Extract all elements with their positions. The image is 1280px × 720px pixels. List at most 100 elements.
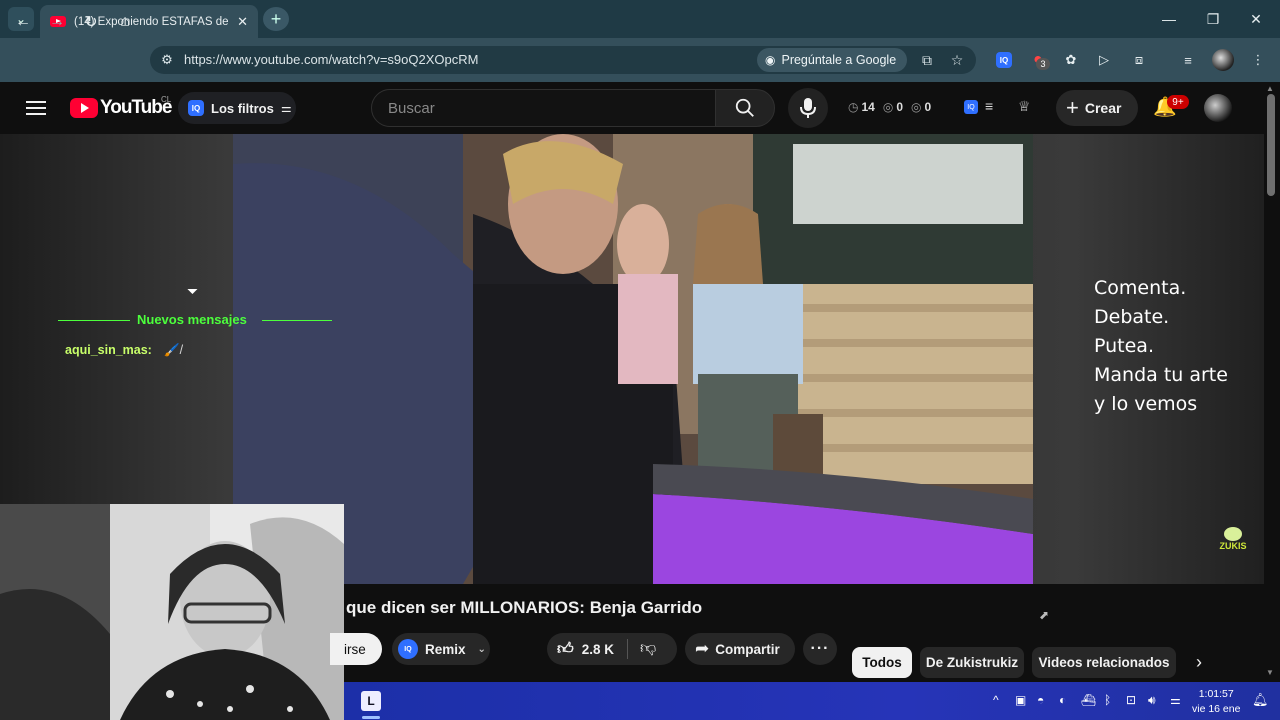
more-actions-button[interactable]: ··· [803,633,837,665]
tab-close-icon[interactable]: ✕ [237,14,248,30]
scroll-up-arrow-icon[interactable]: ▲ [1266,84,1274,93]
clock-date: vie 16 ene [1192,703,1241,715]
eye-icon: ◎ [882,100,894,114]
stat-views-a: 0 [896,100,904,114]
windows-taskbar [344,682,1280,720]
url-text[interactable]: https://www.youtube.com/watch?v=s9oQ2XOp… [184,52,478,67]
tray-bluetooth-icon[interactable]: ᛒ [1104,693,1111,707]
plus-icon: + [1066,95,1079,120]
chips-next-arrow-icon[interactable]: › [1196,652,1202,673]
tray-network-icon[interactable]: ⊡ [1126,693,1136,707]
browser-menu-icon[interactable]: ⋮ [1246,48,1270,72]
chat-username: aqui_sin_mas: [65,343,152,357]
taskbar-clock[interactable]: 1:01:57 vie 16 ene [1192,687,1240,717]
scroll-down-arrow-icon[interactable]: ▼ [1266,668,1274,677]
clock-icon: ◷ [848,100,859,114]
close-window-button[interactable]: ✕ [1241,8,1271,30]
ask-google-label: Pregúntale a Google [781,53,897,67]
new-messages-divider-right [262,320,332,321]
back-button[interactable]: ← [11,11,35,33]
install-app-icon[interactable]: ⧉ [916,49,938,71]
tray-steam-icon[interactable]: ◐ [1059,693,1066,707]
account-avatar[interactable] [1204,94,1232,122]
share-label: Compartir [715,641,780,657]
send-extension-icon[interactable]: ▷ [1092,48,1116,72]
side-text-line: Comenta. [1094,277,1187,299]
filters-chip[interactable]: IQ Los filtros ⚌ [178,92,296,124]
reading-list-icon[interactable]: ≡ [1176,48,1200,72]
dislike-button[interactable]: 👎︎ [640,639,656,658]
home-button[interactable]: ⌂ [113,11,137,33]
minimize-button[interactable]: — [1154,8,1184,30]
chat-filter-icon: ⏷ [187,283,199,299]
chat-message: 🖌️/ [164,343,184,357]
chip-todos[interactable]: Todos [852,647,912,678]
like-button[interactable]: 👍︎ 2.8 K [557,640,614,659]
scrollbar-thumb[interactable] [1267,94,1275,196]
taskbar-active-indicator [362,716,380,719]
list-icon[interactable]: ≡ [985,98,993,114]
iq-extension-icon[interactable]: IQ [996,52,1012,68]
stat-watch: 14 [861,100,875,114]
mouse-cursor-icon: ⬈ [1039,608,1050,622]
extension-badge: 3 [1036,58,1050,70]
filters-label: Los filtros [211,100,274,116]
webcam-image [0,504,344,720]
forward-button[interactable]: → [45,11,69,33]
share-arrow-icon: ➦ [695,639,710,658]
country-code: CL [161,95,172,104]
browser-profile-avatar[interactable] [1212,49,1234,71]
remix-label: Remix [425,641,466,657]
stream-side-text: Comenta. Debate. Putea. Manda tu arte y … [1094,274,1254,419]
channel-watermark-logo: ZUKIS [1218,527,1248,561]
owl-extension-icon[interactable]: ✿ [1059,48,1083,72]
chevron-down-icon: ⌄ [477,643,486,655]
search-input[interactable]: Buscar [371,89,716,127]
taskbar-app-button[interactable]: L [358,688,384,714]
chip-de-zukistrukiz[interactable]: De Zukistrukiz [920,647,1024,678]
share-button[interactable]: ➦ Compartir [685,633,795,665]
site-info-icon[interactable]: ⚙ [156,49,178,71]
maximize-button[interactable]: ❐ [1198,8,1228,30]
side-text-line: y lo vemos [1094,393,1198,415]
menu-hamburger-icon[interactable] [24,96,48,120]
google-lens-icon: ◉ [765,53,776,67]
new-tab-button[interactable]: + [263,7,289,31]
new-messages-divider-left [58,320,130,321]
stat-views-b: 0 [924,100,932,114]
video-player[interactable] [233,134,1033,584]
iq-icon: IQ [398,639,418,659]
watermark-head-icon [1224,527,1242,541]
notification-center-icon[interactable]: 🔔︎ [1252,692,1269,708]
tune-icon: ⚌ [280,101,292,115]
active-tab[interactable]: (14) Exponiendo ESTAFAS de Int ✕ [40,5,258,38]
extensions-puzzle-icon[interactable]: ⧈ [1127,48,1151,72]
thumbs-down-icon: 👎︎ [640,640,657,657]
video-title: que dicen ser MILLONARIOS: Benja Garrido [346,598,703,617]
voice-search-button[interactable] [788,88,828,128]
tray-overflow-icon[interactable]: ^ [993,693,999,707]
taskbar-app-icon: L [361,691,381,711]
side-text-line: Manda tu arte [1094,364,1228,386]
remix-button[interactable]: IQ Remix ⌄ [392,633,490,665]
iq-mini-icon[interactable]: IQ [964,100,978,114]
search-button[interactable] [715,89,775,127]
tray-camera-icon[interactable]: ▣ [1015,693,1026,707]
search-icon [735,98,754,117]
subscribe-button[interactable]: irse [330,633,382,665]
bookmark-star-icon[interactable]: ☆ [946,49,968,71]
tray-volume-icon[interactable]: 🔊︎ [1148,693,1156,708]
tray-discord-icon[interactable]: ◓ [1037,693,1044,707]
chip-videos-relacionados[interactable]: Videos relacionados [1032,647,1176,678]
ask-google-button[interactable]: ◉ Pregúntale a Google [757,48,907,72]
streamer-webcam [0,504,344,720]
create-button[interactable]: + Crear [1056,90,1138,126]
reload-button[interactable]: ↻ [79,11,103,33]
thumbs-up-icon: 👍︎ [557,641,574,658]
youtube-play-icon [70,98,98,118]
notifications-badge: 9+ [1167,95,1189,109]
trophy-icon[interactable]: ♕ [1018,98,1031,115]
tray-mixer-icon[interactable]: ⚌ [1170,693,1181,707]
tray-ship-icon[interactable]: ⛴ [1081,693,1096,707]
youtube-logo[interactable]: YouTube [70,97,172,119]
